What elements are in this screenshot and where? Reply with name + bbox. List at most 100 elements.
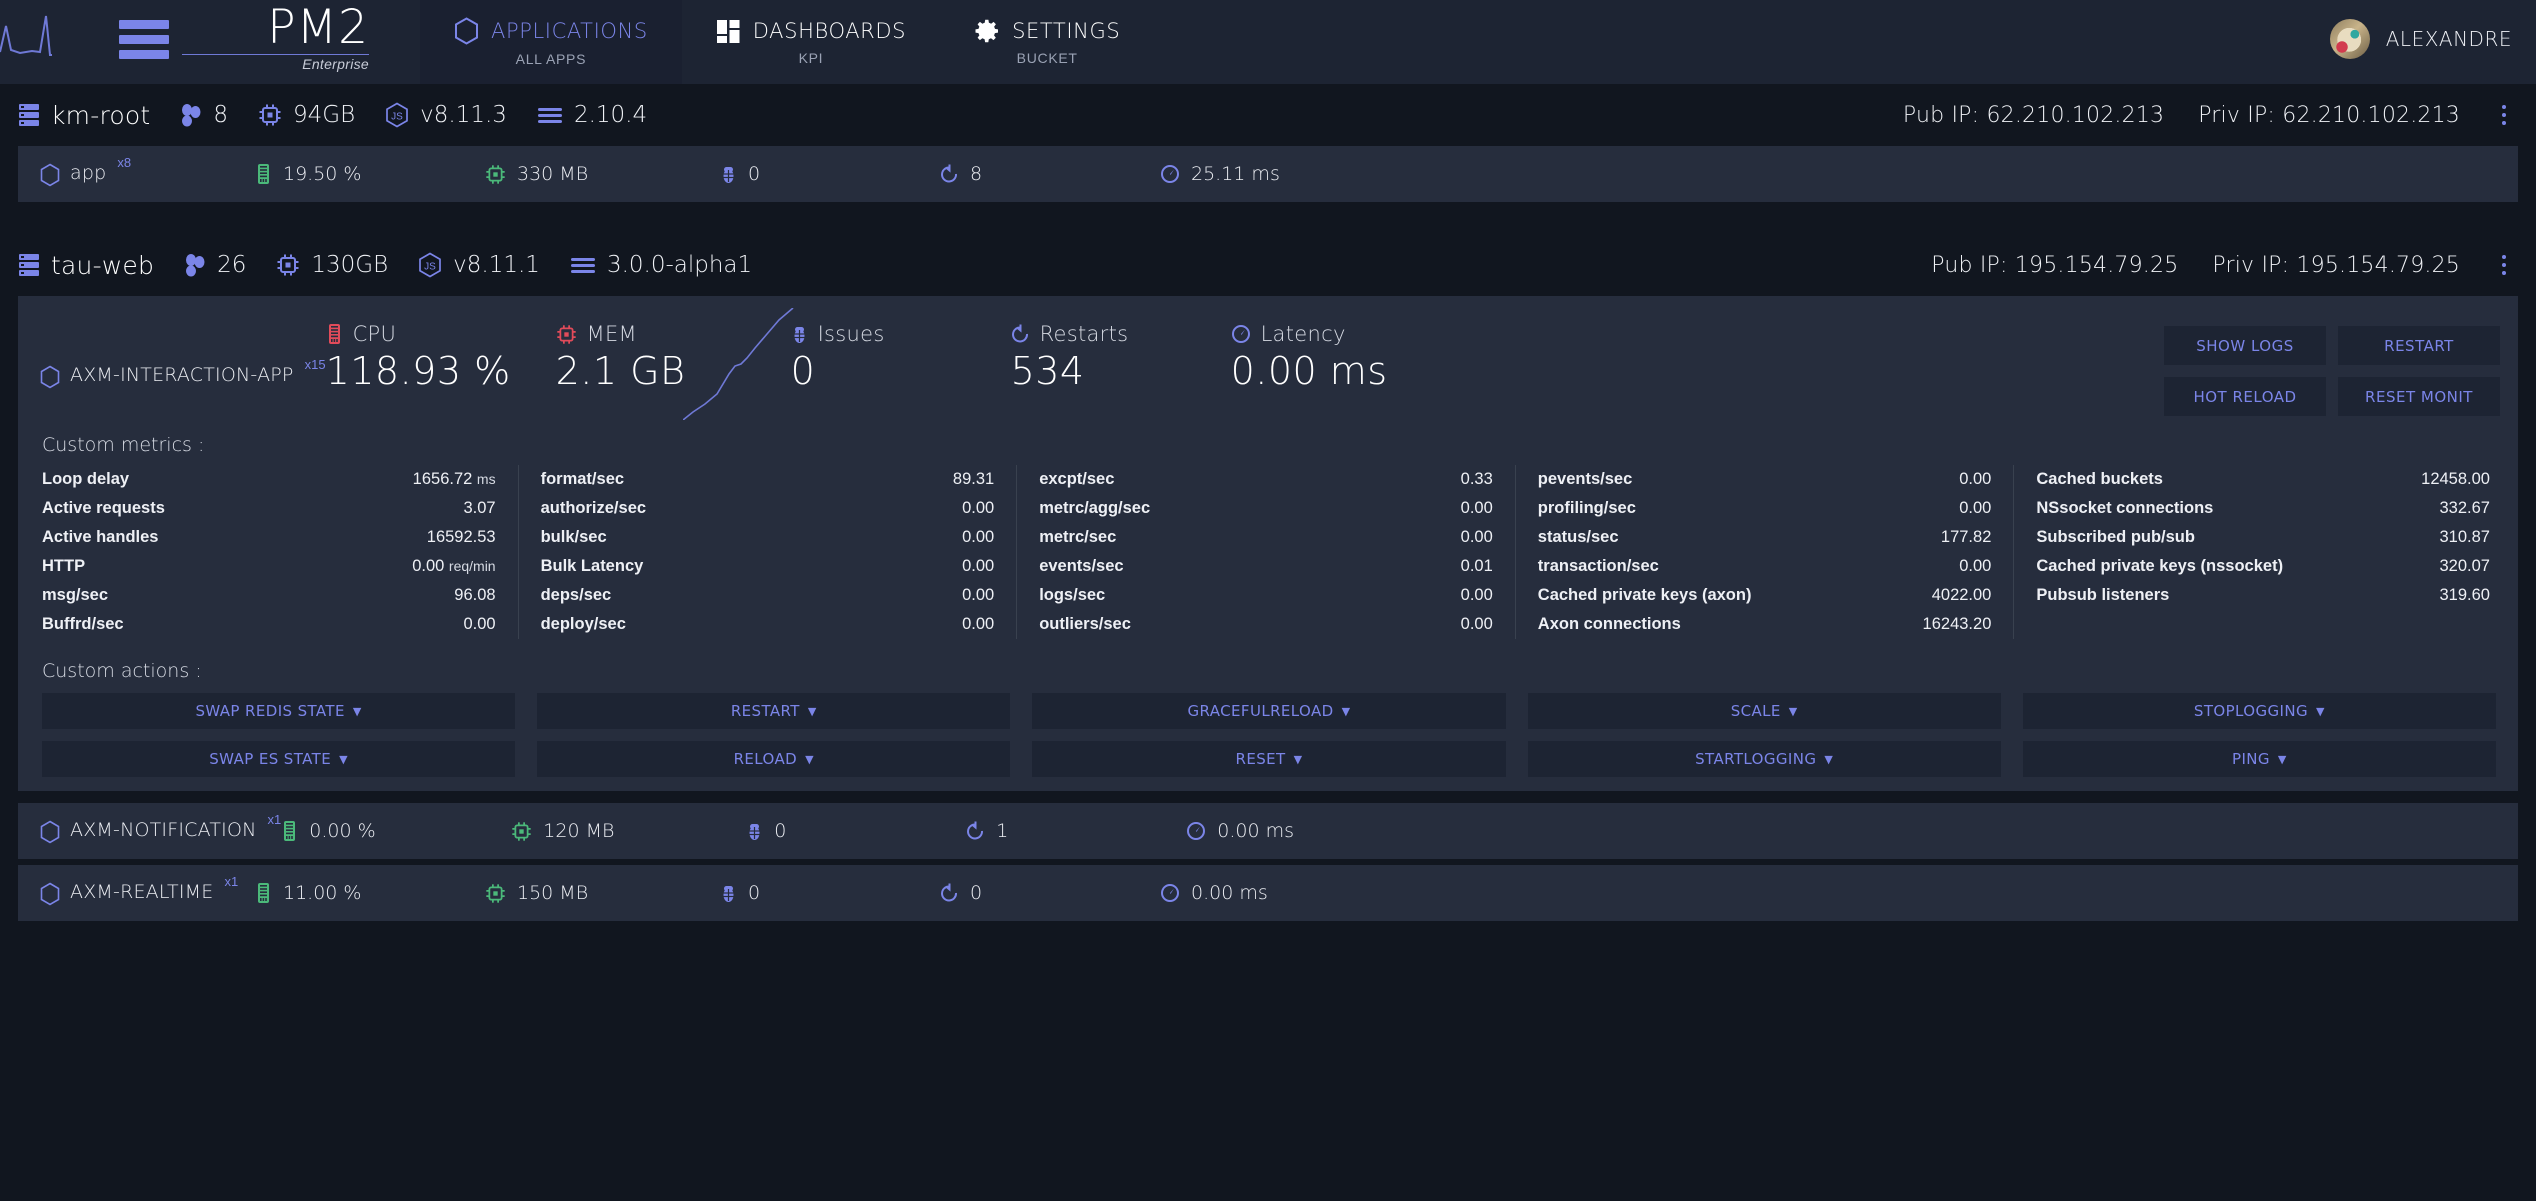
custom-action-restart[interactable]: RESTART▼ — [537, 693, 1010, 729]
show-logs-button[interactable]: SHOW LOGS — [2164, 326, 2326, 365]
pub-ip-value: 195.154.79.25 — [2015, 253, 2179, 278]
metric-row: transaction/sec0.00 — [1538, 552, 1992, 581]
metric-key: metrc/agg/sec — [1039, 494, 1150, 523]
metric-value: 16243.20 — [1909, 610, 1992, 639]
custom-action-swap-redis-state[interactable]: SWAP REDIS STATE▼ — [42, 693, 515, 729]
metric-key: logs/sec — [1039, 581, 1105, 610]
app-row-axm-realtime[interactable]: AXM-REALTIME x1 11.00 % 150 MB — [18, 865, 2518, 921]
app-name: AXM-INTERACTION-APP — [70, 364, 294, 386]
metric-unit: ms — [477, 471, 496, 487]
app-identity: AXM-INTERACTION-APP x15 — [40, 322, 326, 389]
metric-value: 320.07 — [2426, 552, 2490, 581]
custom-action-label: RESTART — [731, 702, 800, 720]
custom-action-label: RESET — [1236, 750, 1286, 768]
app-identity: AXM-REALTIME x1 — [40, 881, 255, 906]
app-latency-value: 0.00 ms — [1217, 820, 1294, 842]
server-node-version: JS v8.11.3 — [385, 102, 507, 128]
app-restarts: 0 — [940, 882, 1160, 904]
heartbeat-icon — [0, 12, 68, 58]
metric-row: Subscribed pub/sub310.87 — [2036, 523, 2490, 552]
app-mem-value: 330 MB — [517, 163, 588, 185]
metric-cpu-label: CPU — [353, 322, 397, 346]
custom-action-label: SWAP REDIS STATE — [195, 702, 344, 720]
server-header-tau-web[interactable]: tau-web 26 130GB — [0, 234, 2536, 296]
custom-action-gracefulreload[interactable]: GRACEFULRELOAD▼ — [1032, 693, 1505, 729]
pub-ip-value: 62.210.102.213 — [1986, 103, 2164, 128]
metric-restarts-label: Restarts — [1040, 322, 1129, 346]
nav-sparkline — [0, 0, 68, 84]
bug-icon — [720, 164, 737, 185]
server-memory-value: 130GB — [311, 252, 388, 278]
priv-ip-label: Priv IP: — [2198, 103, 2275, 128]
custom-action-scale[interactable]: SCALE▼ — [1528, 693, 2001, 729]
custom-action-reset[interactable]: RESET▼ — [1032, 741, 1505, 777]
svg-text:JS: JS — [424, 262, 436, 273]
nav-sub-applications: ALL APPS — [516, 51, 586, 67]
app-issues-value: 0 — [748, 882, 760, 904]
metric-key: profiling/sec — [1538, 494, 1636, 523]
nav-tab-applications[interactable]: APPLICATIONS ALL APPS — [420, 0, 682, 84]
custom-actions-title: Custom actions : — [18, 639, 2518, 693]
metric-issues-value: 0 — [791, 348, 1011, 396]
memory-chip-icon — [276, 253, 300, 277]
app-row-app[interactable]: app x8 19.50 % 330 MB — [18, 146, 2518, 202]
metric-row: profiling/sec0.00 — [1538, 494, 1992, 523]
metric-value: 0.00 — [1447, 610, 1493, 639]
user-menu[interactable]: ALEXANDRE — [2330, 0, 2512, 84]
chevron-down-icon: ▼ — [1824, 754, 1833, 765]
server-header-km-root[interactable]: km-root 8 94GB — [0, 84, 2536, 146]
custom-action-label: STARTLOGGING — [1695, 750, 1816, 768]
custom-action-swap-es-state[interactable]: SWAP ES STATE▼ — [42, 741, 515, 777]
server-menu-kebab-icon[interactable] — [2496, 251, 2512, 279]
metric-value: 0.00 — [948, 552, 994, 581]
custom-action-startlogging[interactable]: STARTLOGGING ▼ — [1528, 741, 2001, 777]
metric-row: Cached buckets12458.00 — [2036, 465, 2490, 494]
nav-tab-settings[interactable]: SETTINGS BUCKET — [940, 0, 1154, 84]
metric-value: 0.00 — [449, 610, 495, 639]
app-card-header[interactable]: AXM-INTERACTION-APP x15 CPU 118.93 % — [18, 296, 2518, 434]
nodejs-icon: JS — [385, 102, 409, 128]
restart-button[interactable]: RESTART — [2338, 326, 2500, 365]
pub-ip-label: Pub IP: — [1931, 253, 2007, 278]
memory-chip-icon — [511, 821, 532, 842]
metric-value: 0.33 — [1447, 465, 1493, 494]
custom-action-reload[interactable]: RELOAD▼ — [537, 741, 1010, 777]
restart-icon — [940, 164, 959, 185]
metric-latency: Latency 0.00 ms — [1231, 322, 1471, 396]
server-pub-ip: Pub IP: 62.210.102.213 — [1903, 103, 2164, 128]
restart-icon — [966, 821, 985, 842]
metric-key: Active requests — [42, 494, 165, 523]
metric-key: Loop delay — [42, 465, 129, 494]
metric-value: 96.08 — [440, 581, 495, 610]
metric-row: authorize/sec0.00 — [541, 494, 995, 523]
app-instance-count: x1 — [224, 874, 238, 889]
app-cpu-value: 19.50 % — [283, 163, 362, 185]
metric-issues: Issues 0 — [791, 322, 1011, 396]
custom-action-ping[interactable]: PING▼ — [2023, 741, 2496, 777]
server-cpus: 8 — [180, 102, 228, 128]
hot-reload-button[interactable]: HOT RELOAD — [2164, 377, 2326, 416]
nav-label-dashboards: DASHBOARDS — [753, 19, 906, 43]
metric-number: 1656.72 — [413, 470, 473, 488]
server-node-version-value: v8.11.1 — [453, 252, 540, 278]
pub-ip-label: Pub IP: — [1903, 103, 1979, 128]
brand-logo[interactable]: PM2 Enterprise — [68, 0, 420, 84]
custom-action-stoplogging[interactable]: STOPLOGGING▼ — [2023, 693, 2496, 729]
app-cpu: 19.50 % — [255, 163, 485, 185]
metric-key: Buffrd/sec — [42, 610, 124, 639]
metric-key: Cached private keys (nssocket) — [2036, 552, 2283, 581]
reset-monit-button[interactable]: RESET MONIT — [2338, 377, 2500, 416]
nav-tab-dashboards[interactable]: DASHBOARDS KPI — [682, 0, 940, 84]
metric-value: 177.82 — [1927, 523, 1991, 552]
metric-mem-label: MEM — [587, 322, 637, 346]
metric-row: status/sec177.82 — [1538, 523, 1992, 552]
cpu-cores-icon — [180, 103, 202, 127]
metric-key: bulk/sec — [541, 523, 607, 552]
metric-row: Pubsub listeners319.60 — [2036, 581, 2490, 610]
custom-metrics-grid: Loop delay1656.72 ms Active requests3.07… — [18, 465, 2518, 639]
metric-key: deploy/sec — [541, 610, 626, 639]
app-instance-count: x8 — [117, 155, 131, 170]
server-name: tau-web — [51, 251, 154, 280]
app-row-axm-notification[interactable]: AXM-NOTIFICATION x1 0.00 % 120 MB — [18, 803, 2518, 859]
server-menu-kebab-icon[interactable] — [2496, 101, 2512, 129]
